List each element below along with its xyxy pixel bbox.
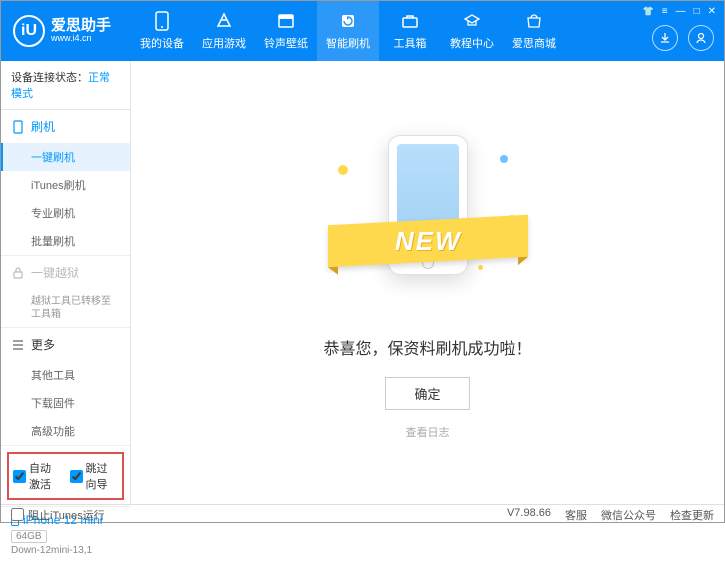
phone-icon (152, 11, 172, 31)
sidebar-item-batch[interactable]: 批量刷机 (1, 227, 130, 255)
skin-button[interactable]: 👕 (643, 6, 654, 17)
close-button[interactable]: ✕ (708, 6, 716, 17)
nav-tutorials[interactable]: 教程中心 (441, 1, 503, 61)
main-nav: 我的设备 应用游戏 铃声壁纸 智能刷机 工具箱 教程中心 爱思商城 (131, 1, 565, 61)
minimize-button[interactable]: — (676, 6, 686, 17)
sidebar-item-download[interactable]: 下载固件 (1, 389, 130, 417)
window-controls: 👕 ≡ — □ ✕ (635, 1, 725, 21)
success-illustration: NEW (318, 125, 538, 305)
options-highlighted: 自动激活 跳过向导 (7, 452, 124, 500)
sidebar-item-advanced[interactable]: 高级功能 (1, 417, 130, 445)
nav-ringtones[interactable]: 铃声壁纸 (255, 1, 317, 61)
device-detail: Down-12mini-13,1 (11, 545, 120, 556)
nav-store[interactable]: 爱思商城 (503, 1, 565, 61)
maximize-button[interactable]: □ (694, 6, 700, 17)
nav-my-device[interactable]: 我的设备 (131, 1, 193, 61)
block-itunes-checkbox[interactable]: 阻止iTunes运行 (11, 507, 105, 523)
support-link[interactable]: 客服 (565, 507, 587, 523)
app-url: www.i4.cn (51, 33, 111, 44)
download-button[interactable] (652, 25, 678, 51)
section-flash[interactable]: 刷机 (1, 110, 130, 143)
checkbox-auto-activate[interactable]: 自动激活 (13, 460, 62, 492)
wallpaper-icon (276, 11, 296, 31)
version-label: V7.98.66 (507, 507, 551, 523)
sidebar-item-itunes[interactable]: iTunes刷机 (1, 171, 130, 199)
ok-button[interactable]: 确定 (385, 377, 469, 410)
app-header: iU 爱思助手 www.i4.cn 我的设备 应用游戏 铃声壁纸 智能刷机 工具… (1, 1, 724, 61)
sidebar: 设备连接状态：正常模式 刷机 一键刷机 iTunes刷机 专业刷机 批量刷机 一… (1, 61, 131, 504)
sidebar-item-pro[interactable]: 专业刷机 (1, 199, 130, 227)
tutorial-icon (462, 11, 482, 31)
checkbox-skip-guide[interactable]: 跳过向导 (70, 460, 119, 492)
store-icon (524, 11, 544, 31)
wechat-link[interactable]: 微信公众号 (601, 507, 656, 523)
main-content: NEW 恭喜您，保资料刷机成功啦！ 确定 查看日志 (131, 61, 724, 504)
apps-icon (214, 11, 234, 31)
jailbreak-note: 越狱工具已转移至工具箱 (1, 289, 130, 327)
lock-icon (11, 267, 25, 279)
toolbox-icon (400, 11, 420, 31)
device-capacity: 64GB (11, 530, 47, 543)
section-more[interactable]: 更多 (1, 328, 130, 361)
nav-flash[interactable]: 智能刷机 (317, 1, 379, 61)
app-title: 爱思助手 (51, 18, 111, 33)
nav-toolbox[interactable]: 工具箱 (379, 1, 441, 61)
success-message: 恭喜您，保资料刷机成功啦！ (323, 335, 531, 359)
sidebar-item-oneclick[interactable]: 一键刷机 (1, 143, 130, 171)
logo-icon: iU (13, 15, 45, 47)
sidebar-item-other[interactable]: 其他工具 (1, 361, 130, 389)
menu-button[interactable]: ≡ (662, 6, 668, 17)
check-update-link[interactable]: 检查更新 (670, 507, 714, 523)
user-button[interactable] (688, 25, 714, 51)
menu-icon (11, 340, 25, 350)
logo: iU 爱思助手 www.i4.cn (1, 15, 131, 47)
flash-icon (338, 11, 358, 31)
view-log-link[interactable]: 查看日志 (406, 424, 450, 440)
phone-small-icon (11, 120, 25, 134)
connection-status: 设备连接状态：正常模式 (1, 61, 130, 110)
section-jailbreak[interactable]: 一键越狱 (1, 256, 130, 289)
nav-apps[interactable]: 应用游戏 (193, 1, 255, 61)
